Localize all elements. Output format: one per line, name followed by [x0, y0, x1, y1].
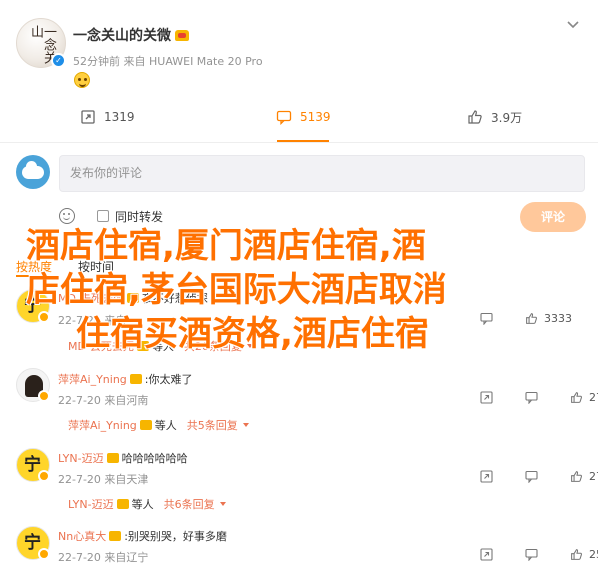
comment-author-name[interactable]: Nn心真大 [58, 528, 106, 544]
vip-icon [139, 420, 152, 430]
vip-icon [129, 374, 142, 384]
like-button[interactable]: 3.9万 [467, 100, 522, 134]
comment-meta: 22-7-20 来自河南 [58, 394, 149, 407]
comment-input-placeholder: 发布你的评论 [70, 166, 143, 180]
chevron-down-icon[interactable] [566, 18, 580, 32]
comment-text: :别哭别哭，好事多磨 [124, 530, 227, 543]
more-replies-link[interactable]: 共6条回复 [164, 496, 215, 512]
comment-author[interactable]: Nn心真大 :别哭别哭，好事多磨 [58, 528, 227, 544]
comment-share-button[interactable] [480, 548, 493, 561]
comment-button[interactable]: 5139 [276, 100, 331, 134]
vip-crown-icon [175, 30, 189, 41]
reply-summary[interactable]: LYN-迈迈 等人 共6条回复 [68, 496, 226, 512]
also-repost-label[interactable]: 同时转发 [115, 208, 163, 225]
caret-down-icon [242, 423, 249, 427]
comment-like-button[interactable]: 2712 [570, 391, 598, 404]
overlay-headline: 酒店住宿,厦门酒店住宿,酒 店住宿,茅台国际大酒店取消 住宿买酒资格,酒店住宿 [26, 224, 586, 356]
repost-icon [81, 110, 95, 124]
comment-actions: 2530 [480, 548, 598, 561]
comment-text: 哈哈哈哈哈哈 [121, 452, 188, 465]
my-avatar[interactable] [16, 155, 50, 189]
comment-reply-button[interactable] [525, 548, 538, 561]
comment-icon [525, 391, 538, 404]
emoji-icon[interactable] [59, 208, 75, 224]
thumbs-up-icon [571, 392, 582, 403]
verified-badge-icon: ✓ [51, 53, 66, 68]
reply-summary[interactable]: 萍萍Ai_Yning 等人 共5条回复 [68, 417, 249, 433]
caret-down-icon [219, 502, 226, 506]
overlay-line-2: 店住宿,茅台国际大酒店取消 [26, 270, 447, 310]
comment-meta: 22-7-20 来自天津 [58, 473, 149, 486]
composer-tools: 同时转发 [59, 206, 163, 226]
comment-actions: 2706 [480, 470, 598, 483]
thumbs-up-icon [571, 549, 582, 560]
reply-text: 等人 [154, 419, 177, 432]
author-name[interactable]: 一念关山的关微 [73, 25, 189, 45]
vip-badge-icon [38, 548, 50, 560]
smile-emoji-icon [74, 72, 90, 88]
thumbs-up-icon [468, 110, 482, 124]
share-icon [480, 391, 493, 404]
also-repost-checkbox[interactable] [97, 210, 109, 222]
cloud-icon [22, 161, 44, 179]
comment-count: 5139 [300, 110, 331, 124]
overlay-line-3: 住宿买酒资格,酒店住宿 [76, 314, 429, 354]
comment-like-button[interactable]: 2706 [570, 470, 598, 483]
comment-input[interactable]: 发布你的评论 [59, 155, 585, 192]
more-replies-link[interactable]: 共5条回复 [187, 417, 238, 433]
like-count: 3.9万 [491, 110, 523, 125]
comment-meta: 22-7-20 来自辽宁 [58, 551, 149, 564]
thumbs-up-icon [571, 471, 582, 482]
comment-icon [276, 110, 292, 125]
vip-badge-icon [38, 390, 50, 402]
comment-text: :你太难了 [144, 373, 193, 386]
vip-icon [116, 499, 129, 509]
vip-badge-icon [38, 470, 50, 482]
comment-author-name[interactable]: LYN-迈迈 [58, 450, 104, 466]
overlay-line-1: 酒店住宿,厦门酒店住宿,酒 [26, 226, 426, 266]
vip-icon [106, 453, 119, 463]
comment-icon [525, 470, 538, 483]
author-name-text[interactable]: 一念关山的关微 [73, 28, 171, 44]
comment-like-count: 2530 [589, 548, 598, 561]
share-icon [480, 470, 493, 483]
comment-like-count: 2712 [589, 391, 598, 404]
comment-like-count: 2706 [589, 470, 598, 483]
vip-icon [109, 531, 122, 541]
comment-actions: 2712 [480, 391, 598, 404]
comment-author[interactable]: 萍萍Ai_Yning :你太难了 [58, 371, 193, 387]
comment-reply-button[interactable] [525, 391, 538, 404]
share-icon [480, 548, 493, 561]
comment-like-button[interactable]: 2530 [570, 548, 598, 561]
reply-text: 等人 [131, 498, 154, 511]
post-action-bar: 1319 5139 3.9万 [0, 100, 598, 134]
comment-author-name[interactable]: 萍萍Ai_Yning [58, 371, 127, 387]
reply-user[interactable]: LYN-迈迈 [68, 496, 114, 512]
reply-user[interactable]: 萍萍Ai_Yning [68, 417, 137, 433]
post-header: 一念关山 ✓ 一念关山的关微 52分钟前 来自 HUAWEI Mate 20 P… [16, 18, 582, 78]
comment-author[interactable]: LYN-迈迈 哈哈哈哈哈哈 [58, 450, 188, 466]
divider [0, 142, 598, 143]
repost-button[interactable]: 1319 [80, 100, 135, 134]
comment-reply-button[interactable] [525, 470, 538, 483]
post-meta: 52分钟前 来自 HUAWEI Mate 20 Pro [73, 55, 263, 68]
comment-share-button[interactable] [480, 391, 493, 404]
comment-share-button[interactable] [480, 470, 493, 483]
repost-count: 1319 [104, 110, 135, 124]
comment-icon [525, 548, 538, 561]
